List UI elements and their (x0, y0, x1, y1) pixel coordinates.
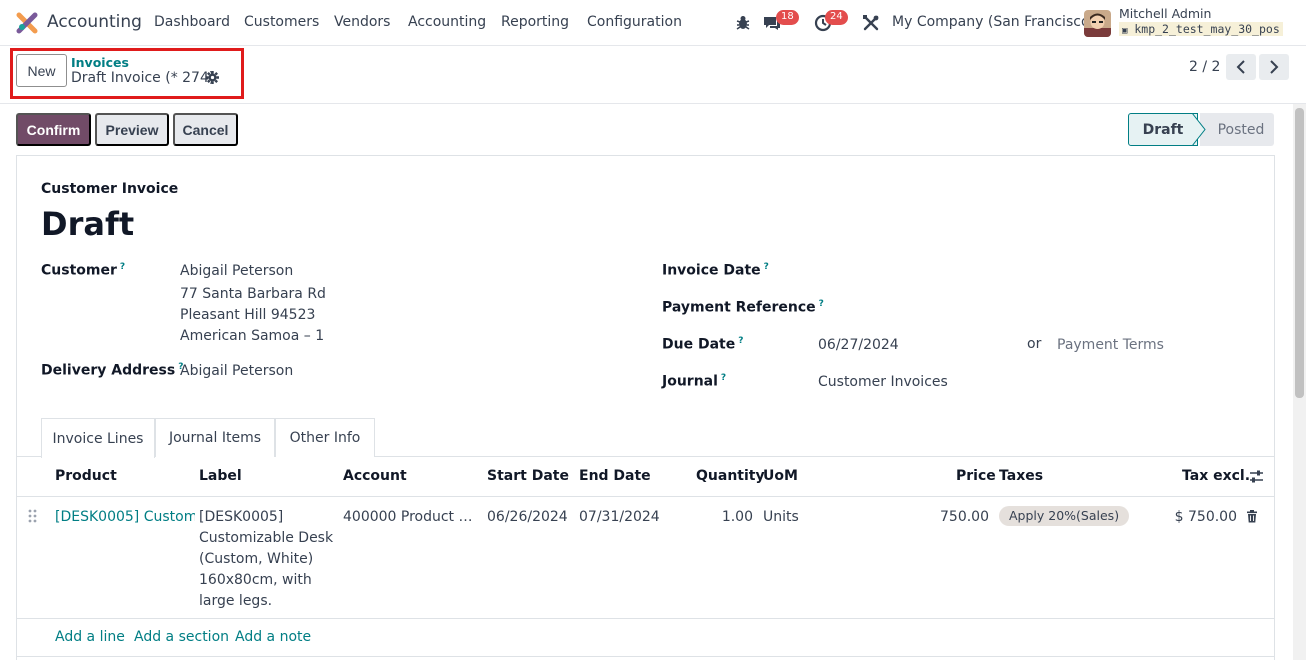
tab-journal-items[interactable]: Journal Items (155, 418, 275, 457)
cell-account[interactable]: 400000 Product Sales (343, 507, 478, 528)
column-header-start-date[interactable]: Start Date (487, 468, 569, 484)
company-switcher[interactable]: My Company (San Francisco) (892, 14, 1095, 30)
help-icon[interactable]: ? (721, 373, 726, 383)
header-divider (17, 496, 1274, 497)
pager-previous-button[interactable] (1226, 54, 1256, 80)
top-navbar: Accounting Dashboard Customers Vendors A… (0, 0, 1306, 46)
app-name[interactable]: Accounting (47, 12, 142, 32)
menu-customers[interactable]: Customers (244, 14, 319, 30)
customer-address-street: 77 Santa Barbara Rd (180, 286, 326, 302)
add-note-link[interactable]: Add a note (235, 629, 311, 645)
journal-field[interactable]: Customer Invoices (818, 374, 948, 390)
column-header-taxes[interactable]: Taxes (999, 468, 1043, 484)
journal-label: Journal? (662, 373, 727, 390)
cell-end-date[interactable]: 07/31/2024 (579, 507, 660, 528)
cell-uom[interactable]: Units (763, 507, 799, 528)
cell-price[interactable]: 750.00 (920, 507, 989, 528)
status-arrow (1192, 113, 1206, 146)
gear-icon[interactable] (206, 71, 219, 84)
accounting-app-icon[interactable] (16, 12, 38, 34)
payment-terms-field[interactable]: Payment Terms (1057, 337, 1164, 353)
drag-handle-icon[interactable] (28, 509, 38, 524)
optional-columns-icon[interactable] (1249, 469, 1264, 484)
user-avatar[interactable] (1084, 10, 1111, 37)
status-bar: Posted Draft (1128, 113, 1274, 146)
menu-accounting[interactable]: Accounting (408, 14, 486, 30)
row-divider (17, 618, 1274, 619)
user-name[interactable]: Mitchell Admin (1119, 6, 1211, 21)
due-date-field[interactable]: 06/27/2024 (818, 337, 899, 353)
tab-other-info[interactable]: Other Info (275, 418, 375, 457)
control-panel: New Invoices Draft Invoice (* 274) 2 / 2 (0, 46, 1306, 104)
payment-reference-label: Payment Reference? (662, 299, 824, 316)
help-icon[interactable]: ? (120, 262, 125, 272)
invoice-type: Customer Invoice (41, 181, 179, 197)
add-section-link[interactable]: Add a section (134, 629, 229, 645)
scrollbar-thumb[interactable] (1295, 108, 1304, 398)
add-line-link[interactable]: Add a line (55, 629, 125, 645)
trash-icon[interactable] (1246, 510, 1258, 523)
status-draft[interactable]: Draft (1128, 113, 1198, 146)
menu-reporting[interactable]: Reporting (501, 14, 569, 30)
invoice-date-label: Invoice Date? (662, 262, 769, 279)
pager-value[interactable]: 2 / 2 (1189, 59, 1220, 75)
help-icon[interactable]: ? (819, 299, 824, 309)
chevron-right-icon (1270, 60, 1279, 74)
help-icon[interactable]: ? (764, 262, 769, 272)
column-header-account[interactable]: Account (343, 468, 407, 484)
column-header-product[interactable]: Product (55, 468, 117, 484)
cancel-button[interactable]: Cancel (173, 113, 238, 146)
delivery-address-label: Delivery Address? (41, 362, 184, 379)
menu-dashboard[interactable]: Dashboard (154, 14, 230, 30)
customer-label: Customer? (41, 262, 126, 279)
messages-badge: 18 (776, 10, 799, 25)
cell-product[interactable]: [DESK0005] Customizable Desk (55, 507, 195, 528)
invoice-name: Draft (41, 205, 135, 243)
column-header-quantity[interactable]: Quantity (696, 468, 765, 484)
cell-tax-excl: $ 750.00 (1174, 509, 1237, 525)
cell-label[interactable]: [DESK0005] Customizable Desk (Custom, Wh… (199, 507, 339, 612)
cell-quantity[interactable]: 1.00 (693, 507, 753, 528)
tax-tag[interactable]: Apply 20%(Sales) (999, 506, 1130, 526)
customer-address-country: American Samoa – 1 (180, 328, 325, 344)
customer-address-city: Pleasant Hill 94523 (180, 307, 316, 323)
chevron-left-icon (1236, 60, 1245, 74)
help-icon[interactable]: ? (738, 336, 743, 346)
tools-icon[interactable] (861, 13, 881, 33)
column-header-tax-excl[interactable]: Tax excl. (1182, 468, 1250, 484)
customer-field[interactable]: Abigail Peterson (180, 263, 293, 279)
page-scrollbar[interactable] (1293, 104, 1306, 660)
menu-vendors[interactable]: Vendors (334, 14, 390, 30)
footer-divider (17, 656, 1274, 657)
activities-badge: 24 (825, 10, 848, 25)
due-date-label: Due Date? (662, 336, 744, 353)
breadcrumb-current: Draft Invoice (* 274) (71, 70, 215, 86)
preview-button[interactable]: Preview (95, 113, 169, 146)
database-icon: ▣ (1122, 26, 1128, 36)
pager-next-button[interactable] (1259, 54, 1289, 80)
breadcrumb-invoices[interactable]: Invoices (71, 55, 129, 70)
or-text: or (1027, 336, 1042, 352)
database-name: ▣ kmp_2_test_may_30_pos (1119, 22, 1283, 36)
column-header-label[interactable]: Label (199, 468, 242, 484)
confirm-button[interactable]: Confirm (16, 113, 91, 146)
new-button[interactable]: New (16, 54, 67, 87)
column-header-price[interactable]: Price (956, 468, 996, 484)
bug-icon[interactable] (733, 13, 753, 33)
column-header-end-date[interactable]: End Date (579, 468, 651, 484)
column-header-uom[interactable]: UoM (763, 468, 798, 484)
cell-start-date[interactable]: 06/26/2024 (487, 507, 568, 528)
menu-configuration[interactable]: Configuration (587, 14, 682, 30)
status-posted[interactable]: Posted (1200, 113, 1274, 146)
delivery-address-field[interactable]: Abigail Peterson (180, 363, 293, 379)
tab-invoice-lines[interactable]: Invoice Lines (41, 418, 155, 458)
